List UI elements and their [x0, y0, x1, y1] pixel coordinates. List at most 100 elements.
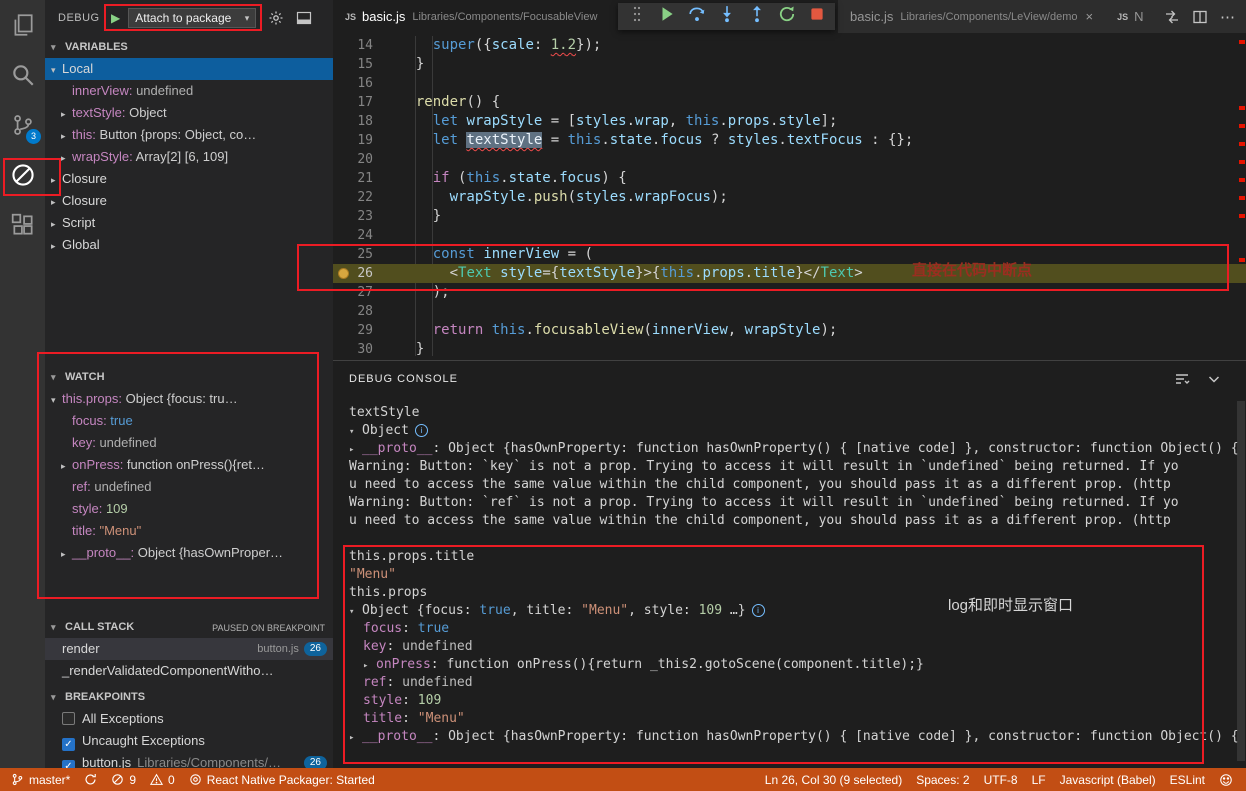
debug-console-output[interactable]: textStyle▾Objecti▸__proto__: Object {has… — [333, 396, 1246, 768]
breakpoint-checkbox[interactable] — [62, 712, 75, 725]
variable-row[interactable]: ▸this: Button {props: Object, co… — [45, 124, 333, 146]
breakpoint-icon[interactable] — [338, 268, 349, 279]
code-line[interactable]: 14 super({scale: 1.2}); — [333, 36, 1246, 55]
split-editor-icon[interactable] — [1192, 9, 1208, 25]
variable-row[interactable]: ▾Local — [45, 58, 333, 80]
stop-button[interactable] — [803, 5, 830, 29]
watch-row[interactable]: style: 109 — [45, 498, 333, 520]
line-number[interactable]: 23 — [333, 207, 373, 226]
code-line[interactable]: 25 const innerView = ( — [333, 245, 1246, 264]
console-line[interactable]: focus: true — [333, 620, 1246, 638]
breakpoint-row[interactable]: ✓Uncaught Exceptions — [45, 730, 333, 752]
status-errors[interactable]: 9 — [104, 768, 143, 791]
status-cursor-position[interactable]: Ln 26, Col 30 (9 selected) — [758, 768, 909, 791]
code-line[interactable]: 26 <Text style={textStyle}>{this.props.t… — [333, 264, 1246, 283]
status-packager[interactable]: React Native Packager: Started — [182, 768, 382, 791]
console-line[interactable]: u need to access the same value within t… — [333, 512, 1246, 530]
console-line[interactable]: style: 109 — [333, 692, 1246, 710]
breakpoint-row[interactable]: All Exceptions — [45, 708, 333, 730]
console-line[interactable]: title: "Menu" — [333, 710, 1246, 728]
configure-gear-icon[interactable] — [268, 10, 284, 26]
code-line[interactable]: 16 — [333, 74, 1246, 93]
variable-row[interactable]: ▸wrapStyle: Array[2] [6, 109] — [45, 146, 333, 168]
tab-debug-console[interactable]: DEBUG CONSOLE — [349, 373, 458, 385]
close-icon[interactable]: × — [1085, 9, 1093, 24]
overview-ruler[interactable] — [1238, 33, 1245, 360]
variable-row[interactable]: ▸Global — [45, 234, 333, 256]
console-line[interactable]: ref: undefined — [333, 674, 1246, 692]
line-number[interactable]: 14 — [333, 36, 373, 55]
breakpoint-row[interactable]: ✓button.jsLibraries/Components/…26 — [45, 752, 333, 768]
line-number[interactable]: 21 — [333, 169, 373, 188]
console-line[interactable]: Warning: Button: `key` is not a prop. Tr… — [333, 458, 1246, 476]
console-line[interactable]: this.props — [333, 584, 1246, 602]
console-scrollbar[interactable] — [1237, 401, 1245, 761]
watch-row[interactable]: focus: true — [45, 410, 333, 432]
watch-row[interactable]: title: "Menu" — [45, 520, 333, 542]
line-number[interactable]: 22 — [333, 188, 373, 207]
code-line[interactable]: 17 render() { — [333, 93, 1246, 112]
step-out-button[interactable] — [743, 5, 770, 29]
line-number[interactable]: 17 — [333, 93, 373, 112]
variable-row[interactable]: ▸Closure — [45, 168, 333, 190]
console-line[interactable]: ▸__proto__: Object {hasOwnProperty: func… — [333, 440, 1246, 458]
line-number[interactable]: 29 — [333, 321, 373, 340]
callstack-section-header[interactable]: ▾CALL STACKPAUSED ON BREAKPOINT — [45, 616, 333, 638]
twistie-icon[interactable]: ▾ — [349, 603, 362, 620]
status-eslint[interactable]: ESLint — [1163, 768, 1212, 791]
status-language-mode[interactable]: Javascript (Babel) — [1053, 768, 1163, 791]
breakpoint-checkbox[interactable]: ✓ — [62, 760, 75, 768]
console-line[interactable]: ▾Objecti — [333, 422, 1246, 440]
console-line[interactable]: "Menu" — [333, 566, 1246, 584]
info-icon[interactable]: i — [415, 424, 428, 437]
line-number[interactable]: 15 — [333, 55, 373, 74]
code-editor[interactable]: 14 super({scale: 1.2});15 }1617 render()… — [333, 33, 1246, 360]
status-feedback[interactable] — [1212, 768, 1240, 791]
line-number[interactable]: 27 — [333, 283, 373, 302]
console-line[interactable]: ▸onPress: function onPress(){return _thi… — [333, 656, 1246, 674]
watch-section-header[interactable]: ▾WATCH — [45, 366, 333, 388]
variable-row[interactable]: ▸Script — [45, 212, 333, 234]
source-control-icon[interactable]: 3 — [0, 100, 45, 150]
status-warnings[interactable]: 0 — [143, 768, 182, 791]
watch-row[interactable]: ▾this.props: Object {focus: tru… — [45, 388, 333, 410]
breakpoints-section-header[interactable]: ▾BREAKPOINTS — [45, 686, 333, 708]
toggle-debug-console-icon[interactable] — [296, 10, 312, 26]
code-line[interactable]: 29 return this.focusableView(innerView, … — [333, 321, 1246, 340]
drag-handle[interactable] — [623, 5, 650, 29]
search-icon[interactable] — [0, 50, 45, 100]
code-line[interactable]: 27 ); — [333, 283, 1246, 302]
more-actions-icon[interactable]: ⋯ — [1220, 8, 1236, 26]
twistie-icon[interactable]: ▸ — [363, 657, 376, 674]
watch-row[interactable]: ref: undefined — [45, 476, 333, 498]
twistie-icon[interactable]: ▸ — [349, 441, 362, 458]
variable-row[interactable]: ▸Closure — [45, 190, 333, 212]
status-git-branch[interactable]: master* — [4, 768, 77, 791]
console-line[interactable]: ▸__proto__: Object {hasOwnProperty: func… — [333, 728, 1246, 746]
console-line[interactable]: textStyle — [333, 404, 1246, 422]
console-line[interactable]: ▾Object {focus: true, title: "Menu", sty… — [333, 602, 1246, 620]
console-line[interactable]: key: undefined — [333, 638, 1246, 656]
line-number[interactable]: 28 — [333, 302, 373, 321]
variable-row[interactable]: ▸textStyle: Object — [45, 102, 333, 124]
variable-row[interactable]: innerView: undefined — [45, 80, 333, 102]
continue-button[interactable] — [653, 5, 680, 29]
line-number[interactable]: 18 — [333, 112, 373, 131]
code-line[interactable]: 21 if (this.state.focus) { — [333, 169, 1246, 188]
line-number[interactable]: 30 — [333, 340, 373, 359]
code-line[interactable]: 19 let textStyle = this.state.focus ? st… — [333, 131, 1246, 150]
status-eol[interactable]: LF — [1025, 768, 1053, 791]
callstack-frame[interactable]: renderbutton.js26 — [45, 638, 333, 660]
console-line[interactable]: Warning: Button: `ref` is not a prop. Tr… — [333, 494, 1246, 512]
code-line[interactable]: 23 } — [333, 207, 1246, 226]
breakpoint-checkbox[interactable]: ✓ — [62, 738, 75, 751]
variables-section-header[interactable]: ▾VARIABLES — [45, 36, 333, 58]
twistie-icon[interactable]: ▸ — [349, 729, 362, 746]
line-number[interactable]: 19 — [333, 131, 373, 150]
code-line[interactable]: 24 — [333, 226, 1246, 245]
debug-icon[interactable] — [0, 150, 45, 200]
restart-button[interactable] — [773, 5, 800, 29]
code-line[interactable]: 28 — [333, 302, 1246, 321]
callstack-frame[interactable]: _renderValidatedComponentWitho… — [45, 660, 333, 682]
step-into-button[interactable] — [713, 5, 740, 29]
